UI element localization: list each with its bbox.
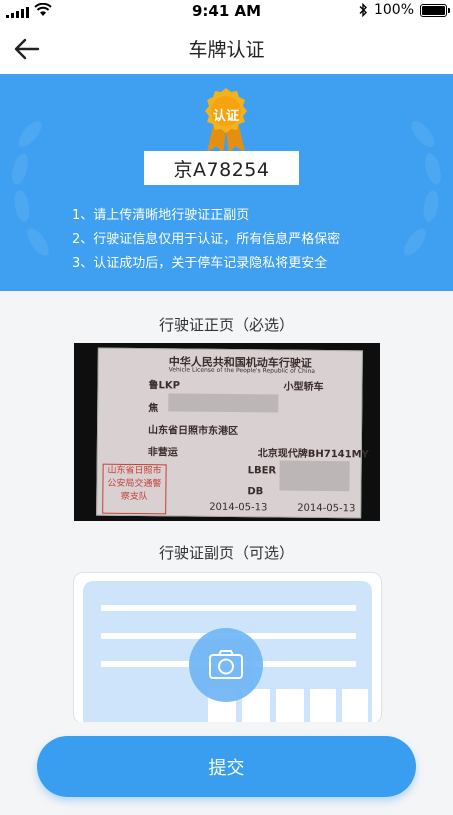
license-issue-date: 2014-05-13 [297,502,356,515]
license-document: 中华人民共和国机动车行驶证 Vehicle License of the Peo… [96,347,369,519]
battery-percent: 100% [373,2,414,18]
license-engine: DB [247,486,264,498]
license-heading-en: Vehicle License of the People's Republic… [168,366,316,375]
rules-list: 1、请上传清晰地行驶证正副页 2、行驶证信息仅用于认证，所有信息严格保密 3、认… [72,204,340,276]
nav-bar: 车牌认证 [0,22,453,74]
status-bar: 9:41 AM 100% [0,0,453,22]
submit-button[interactable]: 提交 [37,736,416,797]
front-section-title: 行驶证正页（必选） [158,316,294,334]
rule-item: 2、行驶证信息仅用于认证，所有信息严格保密 [72,232,341,247]
page-title: 车牌认证 [188,39,265,61]
license-vin: LBER [247,465,277,477]
license-owner: 焦 [148,403,159,415]
license-front-photo[interactable]: 中华人民共和国机动车行驶证 Vehicle License of the Peo… [74,343,380,521]
back-section-title: 行驶证副页（可选） [158,544,294,562]
battery-icon [420,3,450,17]
rule-item: 3、认证成功后，关于停车记录隐私将更安全 [72,256,328,271]
license-vehicle-type: 小型轿车 [283,381,324,393]
placeholder-line [101,605,356,611]
camera-icon [209,650,243,679]
plate-number: 京A78254 [144,151,299,185]
license-use-character: 非营运 [147,447,178,459]
license-plate: 鲁LKP [148,380,181,392]
license-address: 山东省日照市东港区 [147,425,239,438]
blurred-vin [279,460,350,492]
camera-button[interactable] [189,628,263,702]
bluetooth-icon [359,3,367,17]
license-register-date: 2014-05-13 [209,501,268,514]
blurred-owner [168,393,279,413]
rule-item: 1、请上传清晰地行驶证正副页 [72,208,250,223]
license-stamp: 山东省日照市公安局交通警察支队 [102,463,167,515]
license-model: 北京现代牌BH7141MY [257,448,369,461]
badge-label: 认证 [212,109,239,124]
plate-header: 认证 京A78254 1、请上传清晰地行驶证正副页 2、行驶证信息仅用于认证，所… [0,74,453,291]
